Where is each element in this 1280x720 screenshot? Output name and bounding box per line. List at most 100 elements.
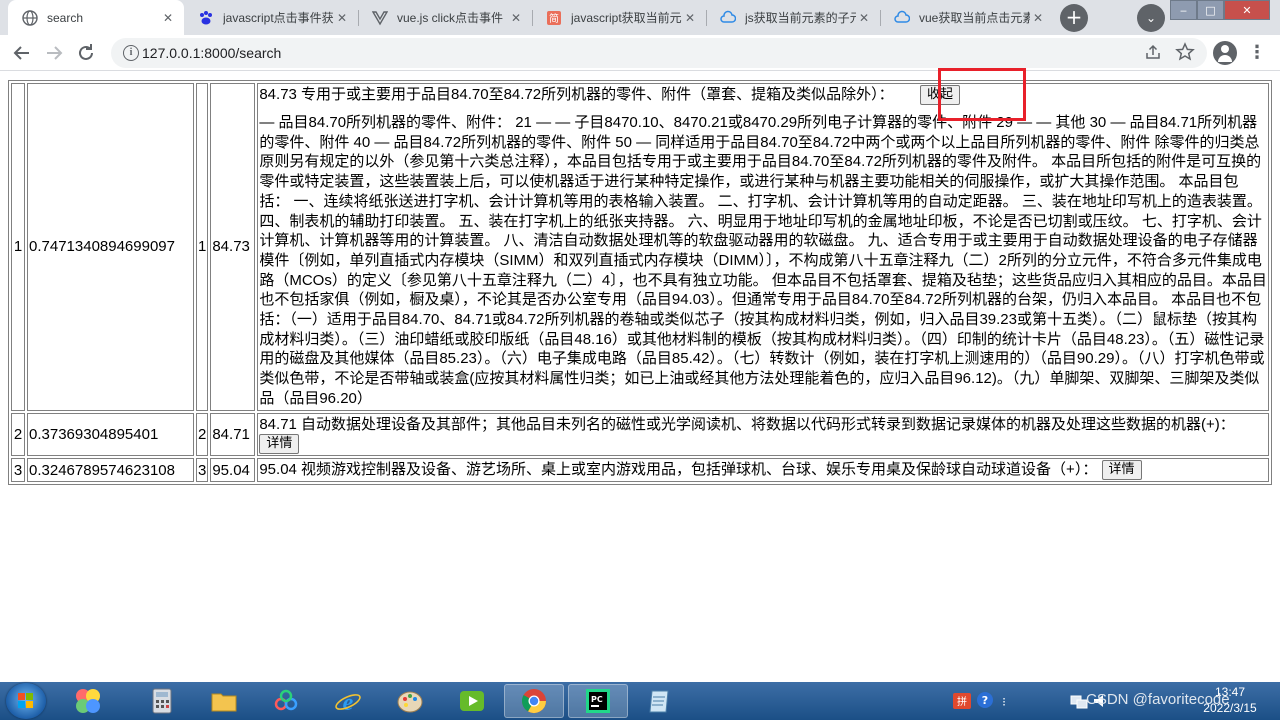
close-icon[interactable]: ✕ [160,10,176,26]
help-icon: ? [977,692,993,708]
watermark-text: CSDN @favoritecode [1086,691,1230,708]
row-rank: 1 [196,83,209,411]
cloud-icon [894,10,910,26]
taskbar-app-cloud[interactable] [256,684,316,718]
results-table: 1 0.7471340894699097 1 84.73 84.73 专用于或主… [8,80,1272,486]
row-score: 0.7471340894699097 [27,83,194,411]
window-controls: ‒ □ ✕ [1170,0,1280,20]
tab-search[interactable]: search ✕ [8,0,184,35]
chrome-icon [521,689,546,714]
table-row: 3 0.3246789574623108 3 95.04 95.04 视频游戏控… [11,458,1269,483]
annotation-highlight-box [938,68,1026,121]
pycharm-icon: PC [586,689,610,713]
jianshu-icon: 简 [546,10,562,26]
taskbar-app-explorer[interactable] [194,684,254,718]
row-index: 3 [11,458,25,483]
close-icon[interactable]: ✕ [334,10,350,26]
svg-text:简: 简 [549,12,559,25]
more-menu-icon[interactable]: ⋮ [1245,39,1269,67]
window-close-button[interactable]: ✕ [1224,0,1270,20]
svg-text:?: ? [982,694,988,707]
close-icon[interactable]: ✕ [1030,10,1046,26]
row-rank: 3 [196,458,209,483]
row-score: 0.3246789574623108 [27,458,194,483]
row-index: 2 [11,412,25,457]
tab-title: vue获取当前点击元素 [919,11,1030,25]
details-button[interactable]: 详情 [1101,460,1142,481]
maximize-button[interactable]: □ [1197,0,1224,20]
windows-logo-icon [18,693,34,709]
taskbar-app-paint[interactable] [380,684,440,718]
row-description: 84.73 专用于或主要用于品目84.70至84.72所列机器的零件、附件（罩套… [257,83,1269,411]
description-summary-line: 84.73 专用于或主要用于品目84.70至84.72所列机器的零件、附件（罩套… [259,85,1267,106]
close-icon[interactable]: ✕ [682,10,698,26]
baidu-paw-icon [198,10,214,26]
description-summary: 95.04 视频游戏控制器及设备、游艺场所、桌上或室内游戏用品，包括弹球机、台球… [259,461,1098,479]
taskbar-app-ie[interactable]: e [318,684,378,718]
details-button[interactable]: 详情 [259,434,300,455]
taskbar-app-pinwheel[interactable] [58,684,118,718]
cloud-drive-icon [274,689,298,711]
internet-explorer-icon: e [335,690,361,715]
taskbar-app-media[interactable] [442,684,502,718]
address-bar[interactable]: i 127.0.0.1:8000/search [111,38,1207,68]
close-icon[interactable]: ✕ [856,10,872,26]
tab-js-child[interactable]: js获取当前元素的子元 ✕ [706,0,880,35]
tab-vue-current[interactable]: vue获取当前点击元素 ✕ [880,0,1054,35]
table-row: 2 0.37369304895401 2 84.71 84.71 自动数据处理设… [11,412,1269,457]
tab-title: javascript获取当前元 [571,11,682,25]
close-icon[interactable]: ✕ [508,10,524,26]
tab-vue-click[interactable]: vue.js click点击事件 ✕ [358,0,532,35]
taskbar-app-notepad[interactable] [630,684,690,718]
tab-jianshu[interactable]: 简 javascript获取当前元 ✕ [532,0,706,35]
reload-icon[interactable] [72,39,100,67]
description-detail: — 品目84.70所列机器的零件、附件： 21 — — 子目8470.10、84… [259,114,1267,407]
bookmark-star-icon[interactable] [1175,42,1195,62]
forward-arrow-icon[interactable] [40,39,68,67]
profile-avatar-icon[interactable] [1213,41,1237,65]
row-code: 84.71 [210,412,256,457]
table-row: 1 0.7471340894699097 1 84.73 84.73 专用于或主… [11,83,1269,411]
browser-tabstrip: search ✕ javascript点击事件获 ✕ vue.js click点… [0,0,1280,35]
tab-search-button[interactable]: ⌄ [1137,4,1165,32]
input-method-icon: 拼 [953,693,971,709]
svg-text:拼: 拼 [957,695,967,708]
start-button[interactable] [6,683,46,719]
globe-icon [22,9,38,26]
taskbar-app-chrome[interactable] [504,684,564,718]
row-description: 84.71 自动数据处理设备及其部件；其他品目未列名的磁性或光学阅读机、将数据以… [257,412,1269,457]
taskbar-app-pycharm[interactable]: PC [568,684,628,718]
notepad-icon [649,690,669,713]
row-index: 1 [11,83,25,411]
folder-icon [211,693,237,712]
calculator-icon [152,688,172,714]
row-code: 95.04 [210,458,256,483]
address-url[interactable]: 127.0.0.1:8000/search [142,45,281,61]
site-info-icon[interactable]: i [123,45,139,61]
svg-text:e: e [343,690,354,715]
media-player-icon [460,691,484,711]
cloud-icon [720,10,736,26]
row-description: 95.04 视频游戏控制器及设备、游艺场所、桌上或室内游戏用品，包括弹球机、台球… [257,458,1269,483]
share-icon[interactable] [1143,43,1163,63]
tab-title: js获取当前元素的子元 [745,11,856,25]
row-code: 84.73 [210,83,256,411]
browser-toolbar: i 127.0.0.1:8000/search ⋮ [0,35,1280,71]
description-summary: 84.71 自动数据处理设备及其部件；其他品目未列名的磁性或光学阅读机、将数据以… [259,415,1235,433]
tab-title: search [47,10,84,25]
vue-logo-icon [372,10,388,26]
description-summary: 84.73 专用于或主要用于品目84.70至84.72所列机器的零件、附件（罩套… [259,86,894,103]
paint-palette-icon [397,691,423,713]
back-arrow-icon[interactable] [8,39,36,67]
tab-baidu[interactable]: javascript点击事件获 ✕ [184,0,358,35]
tab-title: javascript点击事件获 [223,11,334,25]
row-rank: 2 [196,412,209,457]
row-score: 0.37369304895401 [27,412,194,457]
svg-text:⁝: ⁝ [1002,695,1006,709]
new-tab-button[interactable]: + [1060,4,1088,32]
page-content: 1 0.7471340894699097 1 84.73 84.73 专用于或主… [0,72,1280,682]
taskbar-app-calculator[interactable] [132,684,192,718]
svg-text:PC: PC [591,695,603,704]
pinwheel-icon [76,689,100,713]
minimize-button[interactable]: ‒ [1170,0,1197,20]
